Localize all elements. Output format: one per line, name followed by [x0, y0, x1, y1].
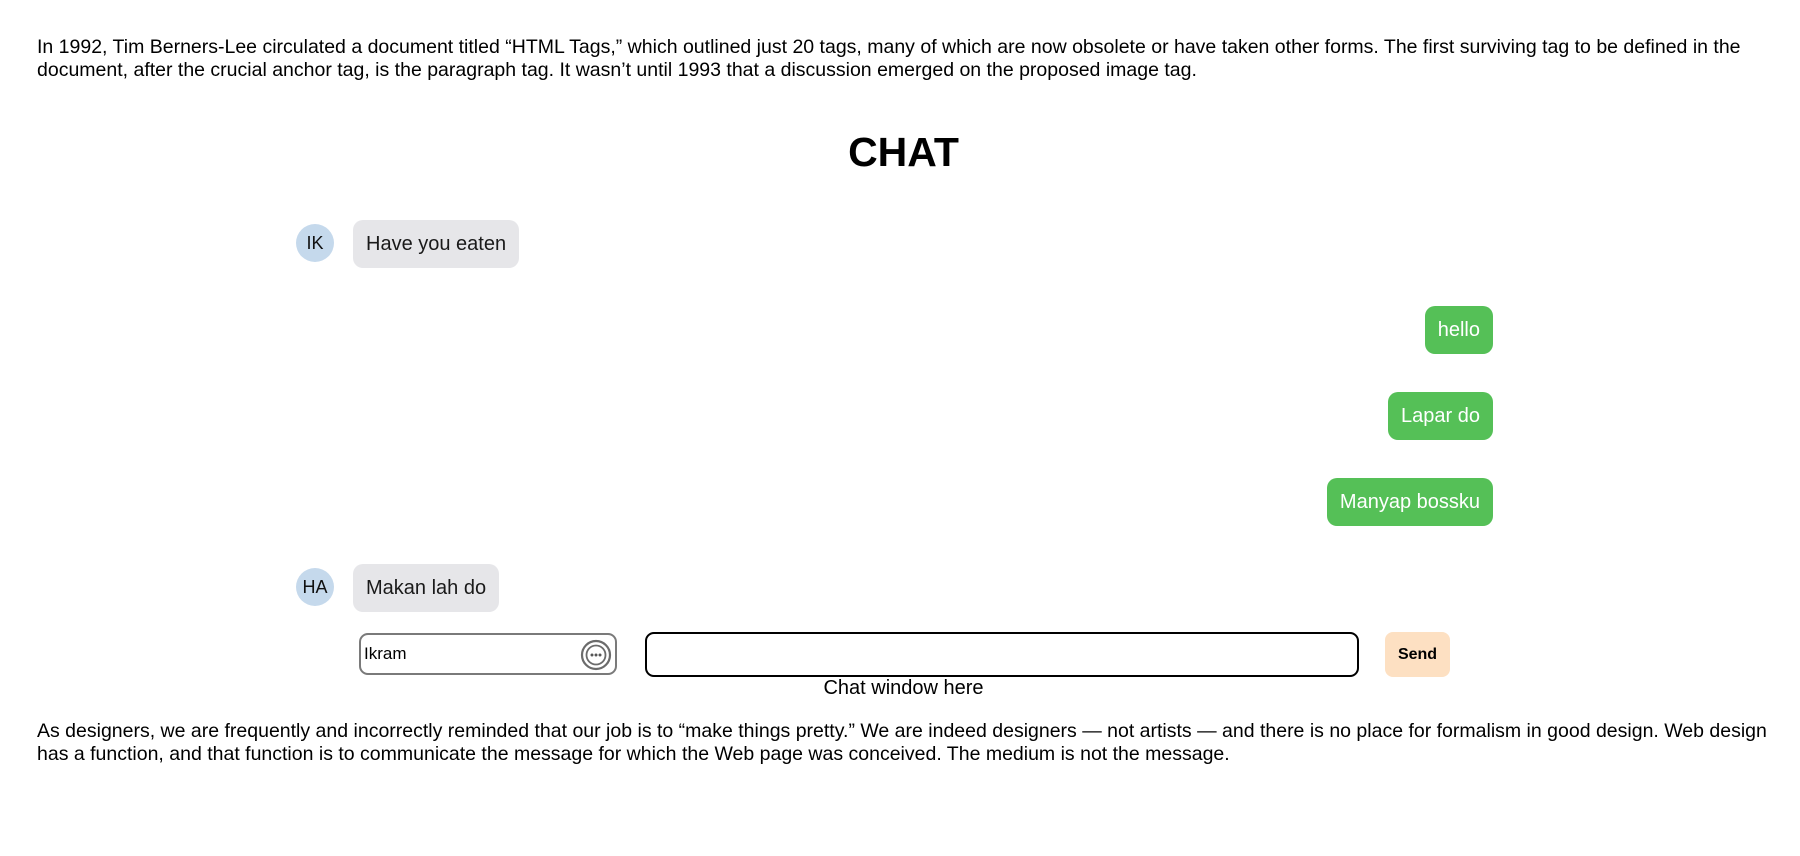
message-bubble-outgoing: Manyap bossku — [1326, 478, 1493, 526]
message-bubble-outgoing: hello — [1424, 306, 1493, 354]
more-icon[interactable] — [580, 639, 612, 671]
chat-caption: Chat window here — [823, 677, 984, 699]
message-bubble-incoming: Have you eaten — [353, 220, 520, 268]
chat-title: CHAT — [848, 129, 959, 175]
avatar: HA — [296, 568, 334, 606]
message-bubble-incoming: Makan lah do — [353, 564, 500, 612]
avatar: IK — [296, 224, 334, 262]
message-input[interactable] — [645, 632, 1359, 677]
message-bubble-outgoing: Lapar do — [1388, 392, 1493, 440]
name-input[interactable] — [364, 635, 564, 673]
intro-paragraph: In 1992, Tim Berners-Lee circulated a do… — [37, 36, 1741, 81]
name-field — [359, 633, 617, 675]
send-button[interactable]: Send — [1385, 632, 1450, 677]
outro-paragraph: As designers, we are frequently and inco… — [37, 720, 1767, 765]
